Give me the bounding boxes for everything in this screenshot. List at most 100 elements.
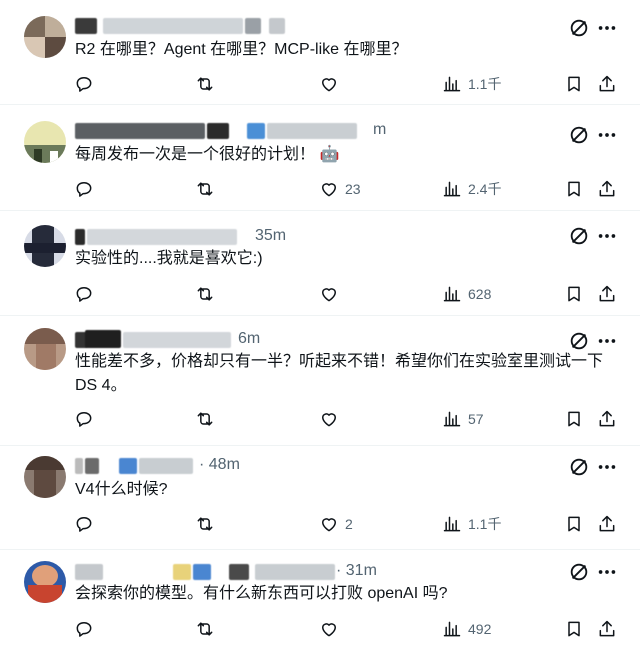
post-text: V4什么时候? [75, 481, 168, 498]
reply-icon [76, 287, 92, 302]
author-name[interactable] [75, 458, 83, 474]
views-button[interactable]: 57 [442, 407, 484, 431]
author-handle[interactable] [139, 458, 193, 474]
post-header [75, 16, 545, 36]
reply-icon [76, 622, 92, 637]
share-icon [599, 75, 615, 92]
views-icon [443, 621, 461, 637]
views-button[interactable]: 1.1千 [442, 72, 501, 96]
author-name[interactable] [75, 564, 103, 580]
reply-button[interactable] [74, 407, 100, 431]
reply-post[interactable]: 35m 实验性的....我就是喜欢它:) 628 [0, 211, 640, 316]
reply-post[interactable]: R2 在哪里？Agent 在哪里？MCP-like 在哪里？ 1.1千 [0, 0, 640, 105]
avatar[interactable] [24, 456, 66, 498]
like-button[interactable]: 23 [319, 177, 361, 201]
reply-button[interactable] [74, 617, 100, 641]
more-icon[interactable] [596, 225, 618, 247]
like-icon [322, 288, 336, 302]
post-time[interactable]: · 48m [199, 456, 240, 474]
author-name[interactable] [75, 229, 85, 245]
grok-icon[interactable] [568, 561, 590, 583]
grok-icon[interactable] [568, 330, 590, 352]
bookmark-button[interactable] [564, 177, 584, 201]
views-button[interactable]: 492 [442, 617, 491, 641]
repost-button[interactable] [195, 177, 221, 201]
grok-icon[interactable] [568, 17, 590, 39]
views-button[interactable]: 628 [442, 282, 491, 306]
post-time[interactable]: m [373, 121, 386, 139]
repost-button[interactable] [195, 282, 221, 306]
like-button[interactable]: 2 [319, 512, 353, 536]
post-text: 每周发布一次是一个很好的计划！ 🤖 [75, 146, 340, 163]
grok-icon[interactable] [568, 456, 590, 478]
reply-icon [76, 77, 92, 92]
avatar[interactable] [24, 561, 66, 603]
bookmark-button[interactable] [564, 617, 584, 641]
repost-button[interactable] [195, 512, 221, 536]
author-handle[interactable] [103, 18, 243, 34]
like-button[interactable] [319, 72, 345, 96]
reply-button[interactable] [74, 282, 100, 306]
grok-icon[interactable] [568, 225, 590, 247]
repost-icon [197, 182, 213, 196]
reply-post[interactable]: 6m 性能差不多，价格却只有一半？听起来不错！希望你们在实验室里测试一下 DS … [0, 316, 640, 446]
avatar[interactable] [24, 328, 66, 370]
bookmark-icon [568, 411, 580, 427]
share-button[interactable] [597, 282, 617, 306]
author-name[interactable] [75, 18, 97, 34]
reply-post[interactable]: m 每周发布一次是一个很好的计划！ 🤖 23 2.4千 [0, 105, 640, 211]
avatar[interactable] [24, 16, 66, 58]
post-time[interactable]: · 31m [336, 562, 377, 580]
avatar[interactable] [24, 121, 66, 163]
action-bar: 1.1千 [0, 72, 640, 96]
reply-post[interactable]: · 31m 会探索你的模型。有什么新东西可以打败 openAI 吗? 492 [0, 550, 640, 656]
views-icon [443, 181, 461, 197]
reply-button[interactable] [74, 512, 100, 536]
reply-post[interactable]: · 48m V4什么时候? 2 1.1千 [0, 446, 640, 550]
post-header: 35m [75, 227, 545, 247]
more-icon[interactable] [596, 561, 618, 583]
repost-button[interactable] [195, 72, 221, 96]
post-time[interactable]: 35m [255, 227, 286, 245]
share-button[interactable] [597, 177, 617, 201]
avatar[interactable] [24, 225, 66, 267]
views-button[interactable]: 2.4千 [442, 177, 501, 201]
more-icon[interactable] [596, 330, 618, 352]
reply-button[interactable] [74, 72, 100, 96]
bookmark-button[interactable] [564, 512, 584, 536]
reply-button[interactable] [74, 177, 100, 201]
post-header: 6m [75, 330, 545, 350]
post-text: 实验性的....我就是喜欢它:) [75, 250, 263, 267]
post-time[interactable]: 6m [238, 330, 260, 348]
bookmark-button[interactable] [564, 282, 584, 306]
post-text: 性能差不多，价格却只有一半？听起来不错！希望你们在实验室里测试一下 DS 4。 [75, 353, 604, 394]
views-button[interactable]: 1.1千 [442, 512, 501, 536]
bookmark-button[interactable] [564, 407, 584, 431]
share-button[interactable] [597, 407, 617, 431]
repost-icon [197, 412, 213, 426]
author-handle[interactable] [267, 123, 357, 139]
more-icon[interactable] [596, 456, 618, 478]
reply-icon [76, 517, 92, 532]
share-button[interactable] [597, 72, 617, 96]
more-icon[interactable] [596, 17, 618, 39]
reply-icon [76, 182, 92, 197]
repost-button[interactable] [195, 407, 221, 431]
share-button[interactable] [597, 617, 617, 641]
author-handle[interactable] [123, 332, 231, 348]
post-text: R2 在哪里？Agent 在哪里？MCP-like 在哪里？ [75, 41, 408, 58]
author-handle[interactable] [87, 229, 237, 245]
bookmark-icon [568, 516, 580, 532]
views-icon [443, 76, 461, 92]
share-button[interactable] [597, 512, 617, 536]
repost-button[interactable] [195, 617, 221, 641]
author-handle[interactable] [255, 564, 335, 580]
like-button[interactable] [319, 407, 345, 431]
bookmark-button[interactable] [564, 72, 584, 96]
views-icon [443, 411, 461, 427]
robot-emoji: 🤖 [319, 146, 340, 163]
like-button[interactable] [319, 617, 345, 641]
author-name[interactable] [75, 123, 205, 139]
like-button[interactable] [319, 282, 345, 306]
bookmark-icon [568, 76, 580, 92]
